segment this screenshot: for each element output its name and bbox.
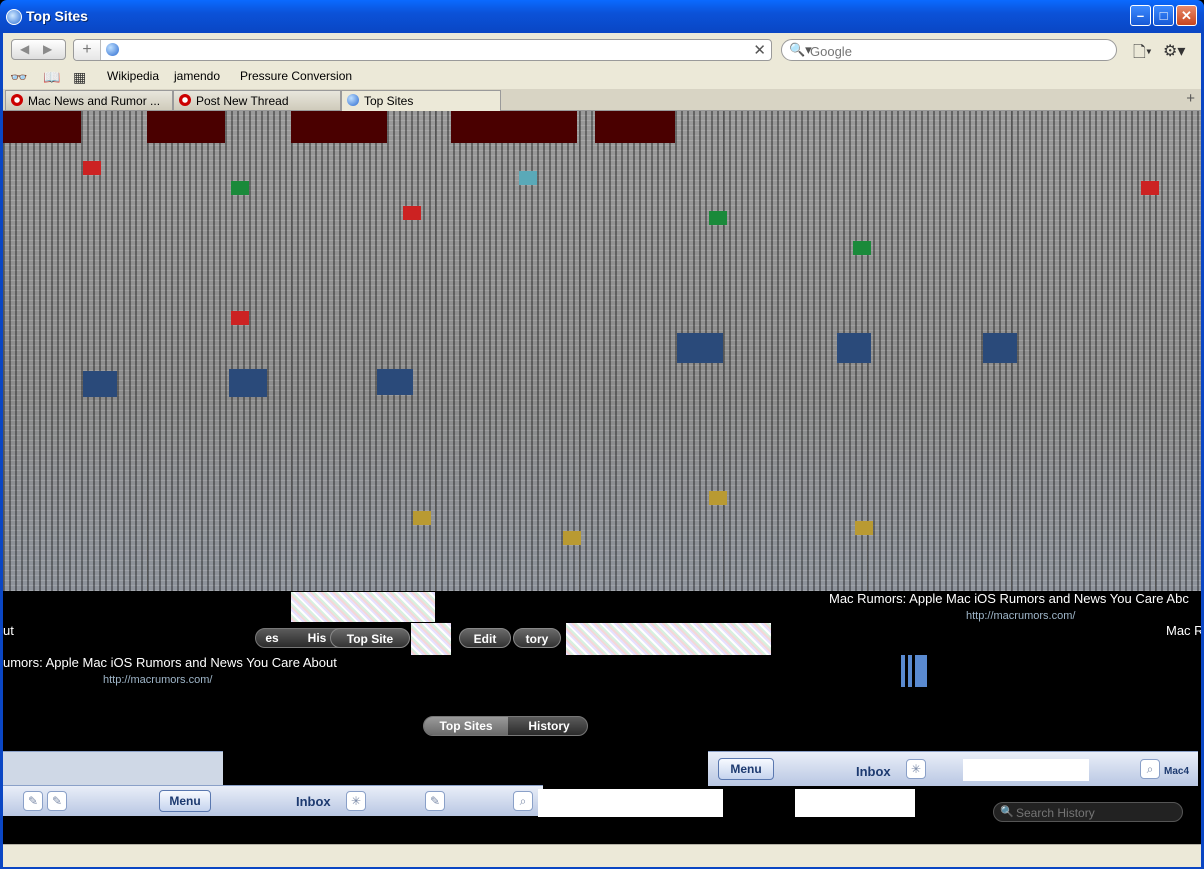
render-artifact — [901, 655, 927, 687]
search-history-box: 🔍 — [993, 802, 1183, 822]
tab-top-sites[interactable]: Top Sites — [341, 90, 501, 111]
site-title: Mac Rumors: Apple Mac iOS Rumors and New… — [829, 591, 1189, 606]
gear-icon[interactable]: ⚙▾ — [1163, 41, 1185, 61]
status-bar — [3, 844, 1201, 867]
toolbar: ◀ ▶ + ✕ 🔍▾ 🗋▾ ⚙▾ — [3, 33, 1201, 69]
view-switcher: Top Sites History — [423, 716, 588, 736]
edit-button[interactable]: Edit — [459, 628, 511, 648]
site-url: http://macrumors.com/ — [966, 610, 1076, 622]
add-bookmark-button[interactable]: + — [74, 40, 101, 60]
window-title: Top Sites — [26, 8, 88, 24]
search-box: 🔍▾ — [781, 39, 1117, 61]
compose-icon[interactable]: ✎ — [425, 791, 445, 811]
segment-fragment: es — [265, 631, 279, 645]
search-input[interactable] — [808, 41, 1112, 61]
page-icon[interactable]: 🗋▾ — [1133, 41, 1152, 68]
macrumors-favicon-icon — [11, 94, 23, 106]
bookmark-jamendo[interactable]: jamendo — [174, 69, 220, 83]
search-icon[interactable]: ⌕ — [513, 791, 533, 811]
new-tab-plus-icon[interactable]: + — [1186, 90, 1195, 107]
globe-icon — [106, 43, 119, 56]
forward-arrow-icon[interactable]: ▶ — [43, 42, 52, 56]
mail-toolbar-fragment: Menu Inbox ✳ ⌕ Mac4 — [708, 751, 1198, 786]
menu-button[interactable]: Menu — [718, 758, 774, 780]
site-title-fragment: Mac R — [1166, 623, 1201, 638]
inbox-label: Inbox — [856, 764, 891, 779]
tab-top-sites-segment[interactable]: Top Sites — [424, 717, 508, 735]
safari-icon — [6, 9, 22, 25]
back-arrow-icon[interactable]: ◀ — [20, 42, 29, 56]
thumbnail-fragment — [963, 759, 1089, 781]
thumbnail-fragment — [3, 751, 223, 786]
site-title-fragment: ut — [3, 623, 14, 638]
book-icon[interactable]: 📖 — [43, 69, 60, 86]
macrumors-favicon-icon — [179, 94, 191, 106]
segment-fragment: His — [307, 631, 327, 645]
search-history-input[interactable] — [1014, 804, 1178, 822]
mail-toolbar-fragment: ✎ ✎ Menu Inbox ✳ ✎ ⌕ — [3, 785, 543, 816]
site-url: http://macrumors.com/ — [103, 674, 213, 686]
top-sites-view: Mac R umors: Apple Mac iOS Rumors and New… — [3, 111, 1201, 844]
history-segment-fragment[interactable]: tory — [513, 628, 561, 648]
tab-mac-news[interactable]: Mac News and Rumor ... — [5, 90, 173, 110]
inbox-label: Inbox — [296, 794, 331, 809]
thumbnail-fragment — [538, 789, 723, 817]
spinner-icon: ✳ — [346, 791, 366, 811]
reading-glasses-icon[interactable]: 👓 — [10, 69, 27, 86]
bookmarks-bar: 👓 📖 ▦ Wikipedia jamendo Pressure Convers… — [3, 69, 1201, 89]
maximize-button[interactable]: □ — [1153, 5, 1174, 26]
render-artifact — [291, 592, 435, 622]
thumbnail-fragment — [795, 789, 915, 817]
bookmark-wikipedia[interactable]: Wikipedia — [107, 69, 159, 83]
site-title: umors: Apple Mac iOS Rumors and News You… — [3, 655, 337, 670]
title-bar: Top Sites – □ ✕ — [0, 0, 1204, 33]
tab-top-sites-segment[interactable]: Top Site — [330, 628, 410, 648]
search-icon: 🔍 — [1000, 806, 1014, 818]
menu-button[interactable]: Menu — [159, 790, 211, 812]
render-artifact — [411, 623, 451, 655]
grid-icon[interactable]: ▦ — [73, 69, 86, 86]
render-artifact — [566, 623, 771, 655]
thumbnail-grid-artifact — [3, 111, 1201, 591]
globe-icon — [347, 94, 359, 106]
minimize-button[interactable]: – — [1130, 5, 1151, 26]
bookmark-pressure-conversion[interactable]: Pressure Conversion — [240, 69, 352, 83]
close-icon[interactable]: ✕ — [753, 41, 766, 59]
tab-history-segment[interactable]: History — [510, 719, 587, 733]
tab-bar: Mac News and Rumor ... Post New Thread T… — [3, 89, 1201, 111]
search-icon[interactable]: ⌕ — [1140, 759, 1160, 779]
tab-post-new-thread[interactable]: Post New Thread — [173, 90, 341, 110]
spinner-icon: ✳ — [906, 759, 926, 779]
address-bar: + ✕ — [73, 39, 772, 61]
address-input[interactable] — [122, 41, 726, 61]
back-forward-group: ◀ ▶ — [11, 39, 66, 60]
site-label: Mac4 — [1164, 766, 1190, 777]
close-button[interactable]: ✕ — [1176, 5, 1197, 26]
compose-icon[interactable]: ✎ — [47, 791, 67, 811]
compose-icon[interactable]: ✎ — [23, 791, 43, 811]
